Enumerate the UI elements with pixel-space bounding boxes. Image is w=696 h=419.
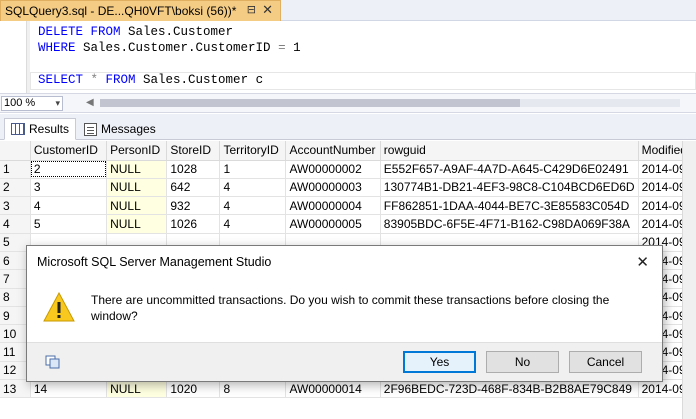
sql-token: Sales.Customer c	[143, 73, 264, 87]
row-number: 4	[0, 214, 31, 234]
tab-messages-label: Messages	[101, 122, 156, 136]
table-cell[interactable]: AW00000014	[285, 379, 381, 399]
column-header[interactable]: AccountNumber	[285, 141, 381, 161]
yes-button[interactable]: Yes	[403, 351, 476, 373]
zoom-select[interactable]: 100 % ▾	[1, 96, 63, 111]
query-editor[interactable]: DELETE FROM Sales.Customer WHERE Sales.Cu…	[0, 21, 696, 93]
column-header[interactable]: TerritoryID	[219, 141, 287, 161]
code-line[interactable]: SELECT * FROM Sales.Customer c	[38, 72, 301, 88]
tab-messages[interactable]: Messages	[78, 118, 162, 140]
row-number: 3	[0, 196, 31, 216]
results-tab-strip: Results Messages	[0, 114, 696, 140]
code-line[interactable]: WHERE Sales.Customer.CustomerID = 1	[38, 40, 301, 56]
column-header[interactable]: PersonID	[106, 141, 168, 161]
column-header[interactable]: rowguid	[380, 141, 639, 161]
messages-icon	[84, 122, 97, 136]
sql-keyword: DELETE FROM	[38, 25, 129, 39]
sql-keyword: SELECT	[38, 73, 91, 87]
sql-token: *	[90, 73, 106, 87]
code-line[interactable]	[38, 56, 301, 72]
dialog-body: There are uncommitted transactions. Do y…	[27, 278, 662, 342]
table-cell[interactable]: NULL	[106, 160, 168, 179]
cancel-button[interactable]: Cancel	[569, 351, 642, 373]
row-header-corner[interactable]	[0, 141, 31, 161]
editor-gutter	[0, 21, 28, 93]
table-row[interactable]: 2 3 NULL 642 4 AW00000003 130774B1-DB21-4EF3-9…	[0, 178, 696, 198]
table-cell[interactable]: 4	[30, 196, 108, 216]
table-cell[interactable]: AW00000005	[285, 214, 381, 234]
copy-icon[interactable]	[45, 355, 61, 369]
table-cell[interactable]: E552F657-A9AF-4A7D-A645-C429D6E02491	[380, 160, 639, 179]
table-cell[interactable]: 4	[219, 178, 287, 198]
dialog-titlebar: Microsoft SQL Server Management Studio ✕	[27, 246, 662, 278]
code-line[interactable]: DELETE FROM Sales.Customer	[38, 24, 301, 40]
table-cell[interactable]: 4	[219, 214, 287, 234]
table-cell[interactable]: AW00000004	[285, 196, 381, 216]
commit-transactions-dialog: Microsoft SQL Server Management Studio ✕…	[26, 245, 663, 382]
table-row[interactable]: 13 14 NULL 1020 8 AW00000014 2F96BEDC-723D-468…	[0, 379, 696, 399]
column-header[interactable]: StoreID	[166, 141, 221, 161]
sql-token: Sales.Customer.CustomerID	[83, 41, 279, 55]
document-tab-title: SQLQuery3.sql - DE...QH0VFT\boksi (56))*	[5, 4, 237, 18]
table-cell[interactable]: AW00000003	[285, 178, 381, 198]
warning-icon	[43, 292, 75, 322]
table-cell[interactable]: 130774B1-DB21-4EF3-98C8-C104BCD6ED6D	[380, 178, 639, 198]
table-cell[interactable]: 4	[219, 196, 287, 216]
row-number: 1	[0, 160, 31, 179]
table-row[interactable]: 4 5 NULL 1026 4 AW00000005 83905BDC-6F5E-4F71-…	[0, 214, 696, 234]
dialog-close-icon[interactable]: ✕	[636, 253, 649, 271]
tab-results[interactable]: Results	[4, 118, 77, 140]
close-tab-icon[interactable]: ✕	[262, 2, 273, 18]
table-cell[interactable]: 14	[30, 379, 108, 399]
sql-token: =	[278, 41, 294, 55]
row-number: 13	[0, 379, 31, 399]
table-cell[interactable]: FF862851-1DAA-4044-BE7C-3E85583C054D	[380, 196, 639, 216]
table-cell[interactable]: 5	[30, 214, 108, 234]
table-cell[interactable]: NULL	[106, 214, 168, 234]
editor-status-bar: 100 % ▾ ◀	[0, 93, 696, 113]
table-cell[interactable]: NULL	[106, 379, 168, 399]
table-row[interactable]: 1 2 NULL 1028 1 AW00000002 E552F657-A9AF-4A7D-…	[0, 160, 696, 179]
table-cell[interactable]: NULL	[106, 196, 168, 216]
table-cell[interactable]: 8	[219, 379, 287, 399]
sql-token: Sales.Customer	[128, 25, 234, 39]
table-cell[interactable]: AW00000002	[285, 160, 381, 179]
sql-token: 1	[293, 41, 301, 55]
table-cell[interactable]: 1026	[166, 214, 221, 234]
dialog-footer: Yes No Cancel	[27, 342, 662, 381]
dialog-title: Microsoft SQL Server Management Studio	[37, 255, 272, 269]
table-cell[interactable]: 1028	[166, 160, 221, 179]
grid-icon	[11, 123, 25, 135]
table-cell[interactable]: 1020	[166, 379, 221, 399]
table-cell[interactable]: NULL	[106, 178, 168, 198]
dialog-message: There are uncommitted transactions. Do y…	[91, 293, 610, 323]
table-cell[interactable]: 3	[30, 178, 108, 198]
table-cell[interactable]: 2	[30, 160, 108, 179]
column-header[interactable]: CustomerID	[30, 141, 108, 161]
pin-icon[interactable]: ⊟	[247, 3, 256, 16]
table-cell[interactable]: 1	[219, 160, 287, 179]
table-cell[interactable]: 2F96BEDC-723D-468F-834B-B2B8AE79C849	[380, 379, 639, 399]
horizontal-scroll-thumb[interactable]	[100, 99, 520, 107]
table-cell[interactable]: 83905BDC-6F5E-4F71-B162-C98DA069F38A	[380, 214, 639, 234]
zoom-value: 100 %	[4, 97, 36, 109]
row-number: 2	[0, 178, 31, 198]
sql-code[interactable]: DELETE FROM Sales.Customer WHERE Sales.Cu…	[38, 24, 301, 88]
sql-keyword: WHERE	[38, 41, 84, 55]
tab-results-label: Results	[29, 122, 70, 136]
scroll-left-icon[interactable]: ◀	[86, 97, 94, 108]
table-cell[interactable]: 642	[166, 178, 221, 198]
sql-keyword: FROM	[105, 73, 144, 87]
document-tab-strip: SQLQuery3.sql - DE...QH0VFT\boksi (56))*…	[0, 0, 696, 21]
chevron-down-icon: ▾	[55, 98, 60, 108]
table-row[interactable]: 3 4 NULL 932 4 AW00000004 FF862851-1DAA-4044-B…	[0, 196, 696, 216]
table-cell[interactable]: 932	[166, 196, 221, 216]
no-button[interactable]: No	[486, 351, 559, 373]
document-tab[interactable]: SQLQuery3.sql - DE...QH0VFT\boksi (56))*…	[0, 0, 281, 21]
vertical-scrollbar[interactable]	[682, 141, 696, 419]
